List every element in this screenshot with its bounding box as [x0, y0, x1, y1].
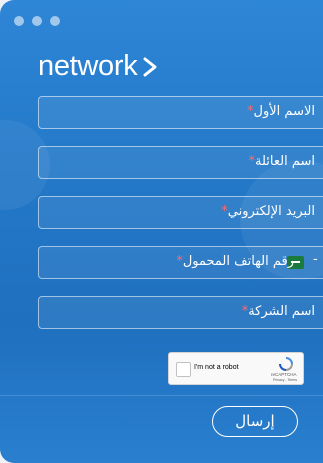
- network-logo: network: [38, 50, 160, 83]
- first-name-field[interactable]: الاسم الأول*: [38, 96, 323, 129]
- company-label-text: اسم الشركة: [248, 304, 315, 319]
- phone-field[interactable]: - رقم الهاتف المحمول*: [38, 246, 323, 279]
- window-dot: [32, 16, 42, 26]
- company-field[interactable]: اسم الشركة*: [38, 296, 323, 329]
- recaptcha-checkbox[interactable]: [176, 362, 191, 377]
- last-name-field[interactable]: اسم العائلة*: [38, 146, 323, 179]
- recaptcha-label: I'm not a robot: [194, 364, 239, 371]
- window-controls: [14, 16, 60, 26]
- last-name-label-text: اسم العائلة: [255, 154, 315, 169]
- window-dot: [50, 16, 60, 26]
- submit-button[interactable]: إرسال: [212, 406, 298, 437]
- company-label: اسم الشركة*: [238, 304, 315, 319]
- recaptcha-icon: [279, 357, 293, 371]
- first-name-label: الاسم الأول*: [243, 104, 315, 119]
- email-label-text: البريد الإلكتروني: [227, 204, 315, 219]
- last-name-label: اسم العائلة*: [245, 154, 316, 169]
- footer-divider: [0, 395, 323, 396]
- email-label: البريد الإلكتروني*: [217, 204, 315, 219]
- recaptcha-widget: I'm not a robot reCAPTCHA Privacy - Term…: [168, 352, 304, 385]
- window-dot: [14, 16, 24, 26]
- phone-separator: -: [313, 252, 318, 267]
- first-name-label-text: الاسم الأول: [253, 104, 315, 119]
- phone-label: رقم الهاتف المحمول*: [172, 254, 294, 269]
- recaptcha-brand: reCAPTCHA: [271, 372, 297, 377]
- logo-text: network: [38, 50, 138, 82]
- form-window: network الاسم الأول* اسم العائلة* البريد…: [0, 0, 323, 463]
- phone-label-text: رقم الهاتف المحمول: [182, 254, 294, 269]
- email-field[interactable]: البريد الإلكتروني*: [38, 196, 323, 229]
- recaptcha-links[interactable]: Privacy - Terms: [273, 378, 297, 382]
- chevron-right-icon: [143, 57, 157, 76]
